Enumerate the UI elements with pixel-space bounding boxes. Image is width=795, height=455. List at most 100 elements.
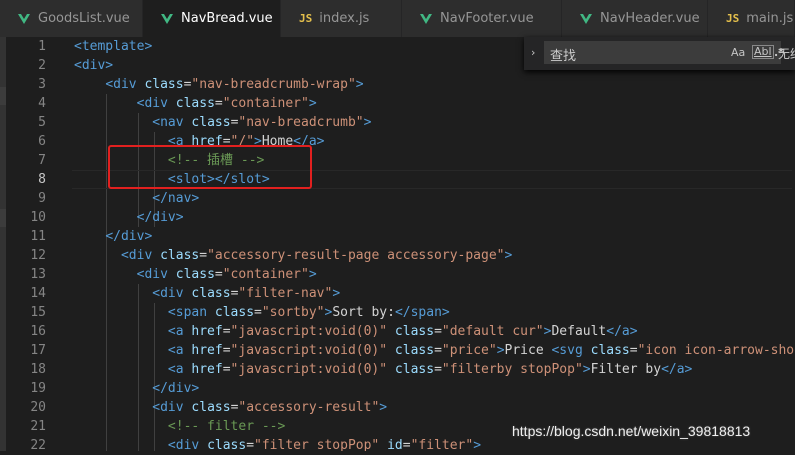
code-line[interactable]: <div class="accessory-result-page access…	[74, 246, 512, 265]
line-number: 1	[38, 39, 46, 54]
tab-label: GoodsList.vue	[38, 11, 130, 26]
code-token-tag: >	[332, 286, 341, 301]
code-token-txt: =	[246, 438, 255, 451]
code-line[interactable]: <template>	[74, 37, 152, 56]
code-line[interactable]: </div>	[74, 227, 152, 246]
code-line[interactable]: <div>	[74, 56, 113, 75]
line-number: 7	[38, 153, 46, 168]
code-token-attr: class	[175, 267, 215, 282]
code-token-tag: <div	[105, 77, 145, 92]
code-line[interactable]: <div class="container">	[74, 265, 317, 284]
code-token-tag: <a	[167, 362, 192, 377]
line-number-gutter: 1 2 3 4 5 6 7 8 9 10 11 12 13 14 15 16 17 18 19 20 21 22	[6, 37, 58, 453]
tab-main-js[interactable]: JS main.js	[708, 0, 795, 37]
code-token-str: "container"	[222, 96, 309, 111]
expand-replace-chevron-icon[interactable]: ›	[531, 46, 535, 59]
code-token-str: "nav-breadcrumb"	[238, 115, 364, 130]
code-token-tag: </div>	[136, 210, 184, 225]
line-number: 2	[38, 58, 46, 73]
code-line[interactable]: </nav>	[74, 189, 199, 208]
code-token-attr: class	[191, 400, 231, 415]
tab-index-js[interactable]: JS index.js	[281, 0, 402, 37]
code-line[interactable]: <a href="javascript:void(0)" class="pric…	[74, 341, 795, 360]
code-token-txt: =	[214, 267, 223, 282]
code-token-txt: =	[199, 248, 208, 263]
vue-file-icon	[18, 13, 30, 24]
code-line[interactable]: <div class="filter-nav">	[74, 284, 340, 303]
code-token-str: "sortby"	[261, 305, 325, 320]
code-token-tag: </div>	[105, 229, 153, 244]
code-token-attr: class	[160, 248, 200, 263]
code-line[interactable]: <div class="nav-breadcrumb-wrap">	[74, 75, 364, 94]
editor-tab-bar: GoodsList.vue NavBread.vue JS index.js NavFo…	[0, 0, 795, 37]
find-widget: › 查找 Aa Abl .* 无结	[524, 37, 795, 70]
code-token-attr: id	[387, 438, 403, 451]
code-line[interactable]: <div class="accessory-result">	[74, 398, 387, 417]
code-line[interactable]: <div class="filter stopPop" id="filter">	[74, 436, 481, 451]
code-token-txt: =	[402, 438, 411, 451]
code-line[interactable]: </div>	[74, 208, 184, 227]
code-token-str: "javascript:void(0)"	[230, 362, 388, 377]
code-token-str: "filterby stopPop"	[441, 362, 583, 377]
code-token-txt: =	[214, 96, 223, 111]
code-line[interactable]: <div class="container">	[74, 94, 317, 113]
code-token-tag: <template>	[74, 39, 153, 54]
whole-word-toggle[interactable]: Abl	[752, 45, 774, 59]
vue-file-icon	[161, 13, 173, 24]
code-token-attr: class	[207, 438, 247, 451]
line-number: 15	[30, 305, 46, 320]
code-token-txt: =	[222, 324, 231, 339]
code-token-attr: class	[175, 96, 215, 111]
tab-goodslist-vue[interactable]: GoodsList.vue	[0, 0, 143, 37]
code-token-str: "filter stopPop"	[254, 438, 380, 451]
tab-navfooter-vue[interactable]: NavFooter.vue	[402, 0, 562, 37]
line-number: 10	[30, 210, 46, 225]
vue-file-icon	[580, 13, 592, 24]
code-token-tag: <div	[136, 267, 176, 282]
match-case-toggle[interactable]: Aa	[731, 46, 745, 59]
code-token-tag: >	[308, 267, 317, 282]
find-input[interactable]: 查找 Aa Abl .*	[544, 41, 784, 64]
find-result-count: 无结	[778, 47, 795, 61]
tab-navheader-vue[interactable]: NavHeader.vue	[562, 0, 708, 37]
line-number: 17	[30, 343, 46, 358]
code-token-attr: class	[394, 324, 435, 339]
find-input-placeholder: 查找	[550, 49, 577, 64]
tab-navbread-vue[interactable]: NavBread.vue	[143, 0, 281, 37]
code-line[interactable]: <!-- filter -->	[74, 417, 285, 436]
code-token-str: "nav-breadcrumb-wrap"	[191, 77, 356, 92]
code-line[interactable]: </div>	[74, 379, 199, 398]
code-token-str: "accessory-result"	[238, 400, 380, 415]
code-line[interactable]: <nav class="nav-breadcrumb">	[74, 113, 371, 132]
code-line[interactable]: <span class="sortby">Sort by:</span>	[74, 303, 450, 322]
tab-label: NavFooter.vue	[440, 11, 534, 26]
code-token-txt: =	[629, 343, 638, 358]
code-token-txt: =	[222, 362, 231, 377]
code-token-tag: >	[355, 77, 364, 92]
line-number: 14	[30, 286, 46, 301]
code-token-tag: >	[496, 343, 505, 358]
code-token-str: "filter"	[410, 438, 474, 451]
code-token-str: "default cur"	[441, 324, 544, 339]
code-line[interactable]: <a href="javascript:void(0)" class="defa…	[74, 322, 638, 341]
code-token-tag: </a>	[606, 324, 638, 339]
code-token-attr: class	[214, 305, 255, 320]
code-line[interactable]: <a href="javascript:void(0)" class="filt…	[74, 360, 692, 379]
js-file-icon: JS	[726, 12, 740, 25]
code-token-txt: Sort by:	[332, 305, 395, 320]
code-token-tag: <div	[152, 400, 192, 415]
code-token-txt: =	[434, 362, 442, 377]
line-number: 6	[38, 134, 46, 149]
tab-label: NavBread.vue	[181, 11, 273, 26]
line-number: 12	[30, 248, 46, 263]
code-editor[interactable]: <template> <div> <div class="nav-breadcru…	[58, 37, 795, 451]
